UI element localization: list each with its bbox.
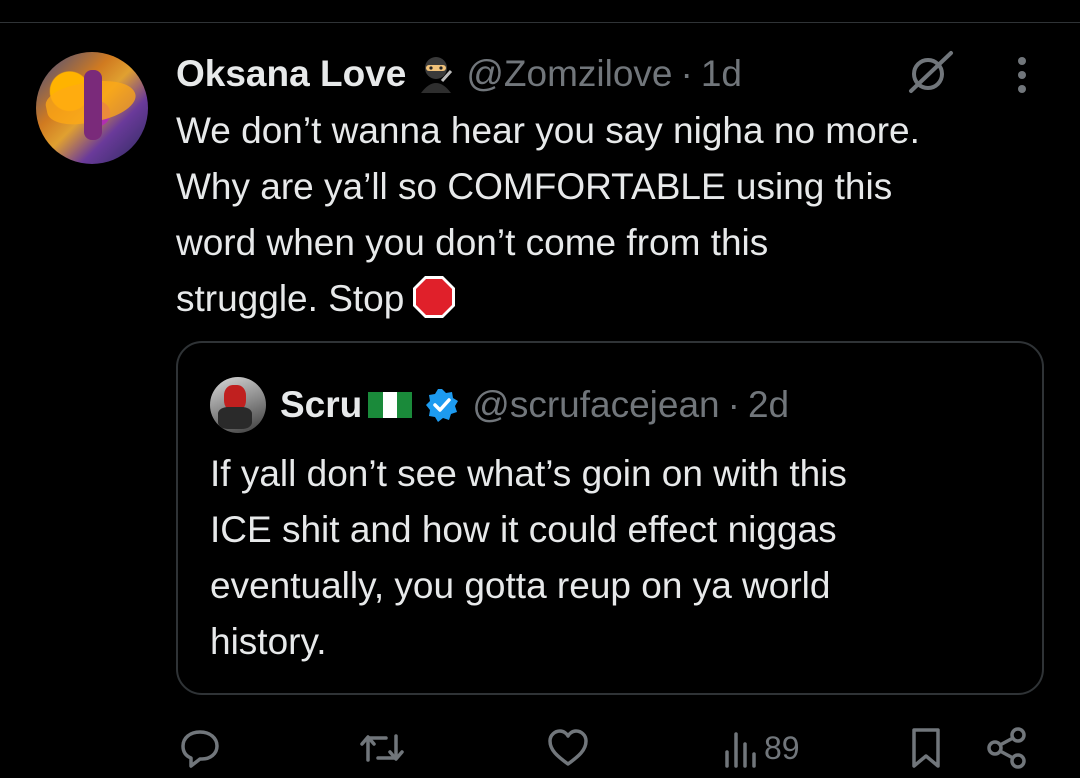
like-button[interactable]	[545, 726, 591, 770]
tweet-time[interactable]: 1d	[701, 53, 742, 95]
quoted-line: eventually, you gotta reup on ya world	[210, 565, 831, 606]
bookmark-icon	[912, 728, 940, 768]
tweet-line: word when you don’t come from this	[176, 222, 769, 263]
more-options-icon[interactable]	[1010, 54, 1034, 96]
tweet-line: We don’t wanna hear you say nigha no mor…	[176, 110, 920, 151]
like-icon	[548, 729, 588, 766]
ninja-emoji-icon	[418, 55, 454, 93]
quoted-text: If yall don’t see what’s goin on with th…	[210, 446, 1010, 670]
stop-sign-icon	[412, 275, 456, 319]
quoted-author-handle: @scrufacejean	[472, 384, 720, 425]
retweet-icon	[360, 734, 404, 762]
author-handle[interactable]: @Zomzilove	[466, 53, 672, 95]
nigeria-flag-icon	[368, 392, 413, 418]
avatar-shape	[218, 407, 252, 429]
grok-icon[interactable]	[903, 48, 957, 96]
tweet-text: We don’t wanna hear you say nigha no mor…	[176, 103, 1056, 327]
tweet-line-last: struggle. Stop	[176, 271, 1056, 327]
quoted-tweet-time: 2d	[747, 384, 790, 425]
views-button[interactable]: 89	[722, 726, 800, 770]
top-divider	[0, 22, 1080, 23]
reply-button[interactable]	[178, 726, 222, 770]
reply-icon	[181, 730, 219, 768]
quoted-tweet[interactable]: Scru @scrufacejean · 2d If yall don’t se…	[176, 341, 1044, 695]
verified-badge-icon	[424, 387, 460, 423]
share-button[interactable]	[985, 726, 1029, 770]
views-count: 89	[764, 729, 800, 766]
action-bar: 89	[0, 718, 1080, 778]
tweet-header: Oksana Love @Zomzilove · 1d	[176, 50, 742, 98]
quoted-line: history.	[210, 621, 327, 662]
quoted-header-separator: ·	[727, 384, 740, 425]
quoted-line: ICE shit and how it could effect niggas	[210, 509, 837, 550]
quoted-line: If yall don’t see what’s goin on with th…	[210, 453, 847, 494]
tweet-line: struggle. Stop	[176, 278, 405, 319]
avatar-figure	[84, 70, 102, 140]
author-avatar[interactable]	[36, 52, 148, 164]
share-icon	[987, 727, 1026, 769]
quoted-author-avatar	[210, 377, 266, 433]
quoted-header: Scru @scrufacejean · 2d	[210, 377, 789, 433]
author-name[interactable]: Oksana Love	[176, 53, 406, 95]
retweet-button[interactable]	[358, 726, 406, 770]
views-icon	[725, 732, 756, 768]
header-separator: ·	[680, 53, 693, 94]
quoted-author-name: Scru	[280, 384, 363, 425]
tweet-line: Why are ya’ll so COMFORTABLE using this	[176, 166, 893, 207]
bookmark-button[interactable]	[908, 726, 944, 770]
